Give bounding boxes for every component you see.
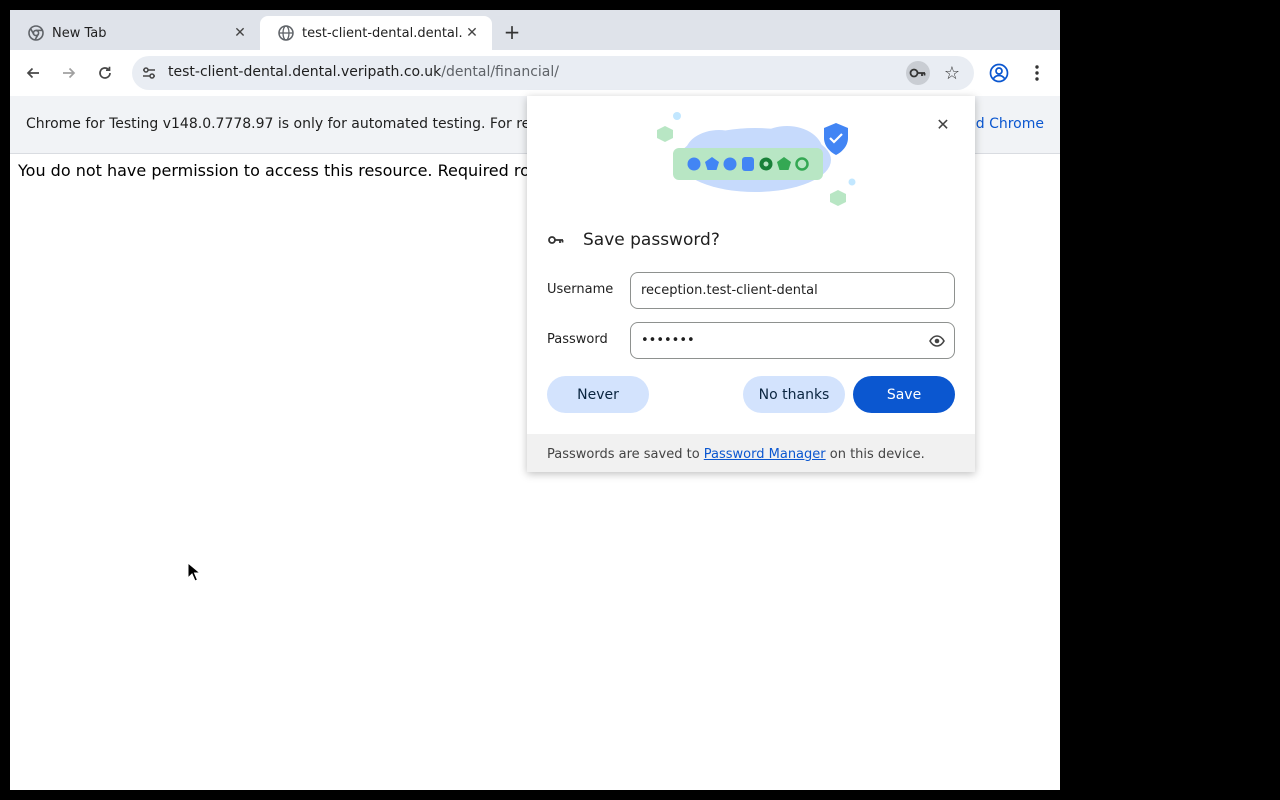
save-button[interactable]: Save — [853, 376, 955, 413]
bookmark-star-icon[interactable]: ☆ — [940, 61, 964, 85]
back-button[interactable] — [21, 61, 45, 85]
tab-new-tab[interactable]: New Tab ✕ — [10, 16, 260, 50]
tab-title: test-client-dental.dental.veripath.co.uk… — [302, 25, 462, 41]
infobar-link[interactable]: d Chrome — [976, 116, 1044, 132]
username-label: Username — [547, 282, 614, 297]
arrow-left-icon — [26, 67, 39, 79]
site-settings-icon[interactable] — [140, 64, 158, 82]
reload-button[interactable] — [93, 61, 117, 85]
permission-error-message: You do not have permission to access thi… — [18, 161, 530, 180]
forward-button[interactable] — [57, 61, 81, 85]
url-path: /dental/financial/ — [441, 64, 559, 80]
url-host: test-client-dental.dental.veripath.co.uk — [168, 64, 442, 80]
close-icon[interactable]: ✕ — [931, 112, 955, 136]
more-menu-icon[interactable] — [1026, 62, 1048, 84]
password-key-icon[interactable] — [906, 61, 930, 85]
globe-icon — [278, 25, 294, 41]
username-field[interactable]: reception.test-client-dental — [630, 272, 955, 309]
tab-title: New Tab — [52, 25, 107, 41]
password-manager-link[interactable]: Password Manager — [704, 447, 826, 462]
password-illustration — [657, 112, 856, 206]
browser-window: New Tab ✕ test-client-dental.dental.veri… — [10, 10, 1060, 790]
new-tab-button[interactable]: + — [500, 20, 524, 44]
password-value: ••••••• — [641, 333, 695, 348]
never-button[interactable]: Never — [547, 376, 649, 413]
url-text[interactable]: test-client-dental.dental.veripath.co.uk… — [168, 64, 559, 80]
toolbar: test-client-dental.dental.veripath.co.uk… — [10, 50, 1060, 96]
password-field[interactable]: ••••••• — [630, 322, 955, 359]
mouse-cursor-icon — [187, 562, 201, 582]
address-bar[interactable]: test-client-dental.dental.veripath.co.uk… — [132, 56, 974, 90]
tab-strip: New Tab ✕ test-client-dental.dental.veri… — [10, 10, 1060, 50]
footer-text: Passwords are saved to Password Manager … — [547, 447, 925, 462]
reload-icon — [99, 66, 111, 79]
no-thanks-button[interactable]: No thanks — [743, 376, 845, 413]
dialog-title: Save password? — [583, 230, 720, 250]
arrow-right-icon — [63, 67, 76, 79]
close-icon[interactable]: ✕ — [462, 23, 482, 43]
profile-icon[interactable] — [988, 62, 1010, 84]
chrome-icon — [28, 25, 44, 41]
footer-suffix: on this device. — [825, 447, 925, 462]
dialog-footer: Passwords are saved to Password Manager … — [527, 434, 975, 472]
eye-icon[interactable] — [928, 332, 946, 350]
password-label: Password — [547, 332, 608, 347]
key-icon — [547, 231, 565, 249]
dialog-header: Save password? — [547, 230, 720, 250]
username-value: reception.test-client-dental — [641, 283, 818, 298]
save-password-dialog: ✕ Save password? Username reception.test… — [527, 96, 975, 472]
footer-prefix: Passwords are saved to — [547, 447, 704, 462]
tab-active[interactable]: test-client-dental.dental.veripath.co.uk… — [260, 16, 492, 50]
close-icon[interactable]: ✕ — [230, 23, 250, 43]
